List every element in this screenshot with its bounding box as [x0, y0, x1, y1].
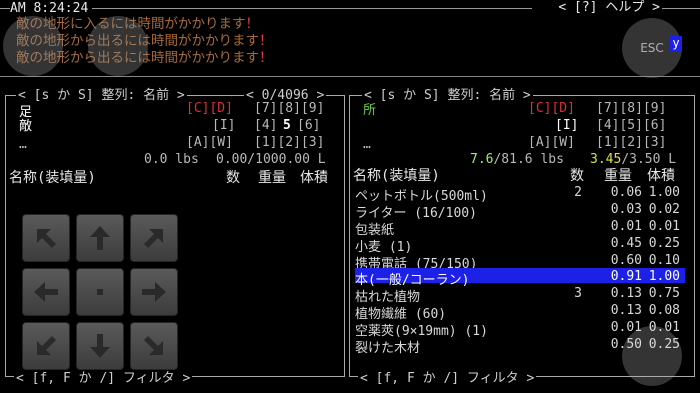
right-grid-i[interactable]: [I]	[555, 119, 578, 132]
right-weight: 7.6/81.6 lbs	[470, 152, 564, 167]
list-item[interactable]: ペットボトル(500ml) 2 0.06 1.00	[355, 184, 685, 204]
right-ellipsis: …	[363, 137, 371, 152]
left-col-qty: 数	[226, 170, 240, 186]
left-loc-enemy[interactable]: 敵	[19, 120, 32, 133]
left-loc-foot[interactable]: 足	[19, 106, 32, 119]
right-filter-label[interactable]: < [f, F か /] フィルタ >	[358, 372, 537, 385]
right-grid-123[interactable]: [1][2][3]	[596, 136, 666, 149]
list-item[interactable]: 枯れた植物 3 0.13 0.75	[355, 285, 685, 305]
right-grid-cd[interactable]: [C][D]	[528, 102, 575, 115]
right-grid-789[interactable]: [7][8][9]	[596, 102, 666, 115]
right-col-qty: 数	[570, 168, 584, 184]
list-item[interactable]: 小麦 (1) 0.45 0.25	[355, 235, 685, 255]
left-grid-123[interactable]: [1][2][3]	[254, 136, 324, 149]
right-col-weight: 重量	[604, 168, 632, 184]
left-grid-789[interactable]: [7][8][9]	[254, 102, 324, 115]
left-sort-label[interactable]: < [s か S] 整列: 名前 >	[16, 89, 187, 102]
list-item[interactable]: 携帯電話 (75/150) 0.60 0.10	[355, 252, 685, 272]
left-grid-4[interactable]: [4]	[254, 119, 277, 132]
left-grid-i[interactable]: [I]	[212, 119, 235, 132]
touch-button-1[interactable]	[3, 16, 63, 76]
right-volume: 3.45/3.50 L	[590, 152, 677, 167]
left-grid-cd[interactable]: [C][D]	[186, 102, 233, 115]
right-sort-label[interactable]: < [s か S] 整列: 名前 >	[362, 89, 533, 102]
right-col-name: 名称(装填量)	[353, 168, 440, 184]
arrow-right-icon[interactable]	[130, 268, 178, 316]
arrow-down-icon[interactable]	[76, 322, 124, 370]
right-loc[interactable]: 所	[363, 104, 376, 117]
list-item[interactable]: 空薬莢(9×19mm) (1) 0.01 0.01	[355, 319, 685, 339]
list-item[interactable]: 包装紙 0.01 0.01	[355, 218, 685, 238]
arrow-down-left-icon[interactable]	[22, 322, 70, 370]
arrow-up-right-icon[interactable]	[130, 214, 178, 262]
status-time: AM 8:24:24	[10, 1, 89, 16]
right-col-volume: 体積	[647, 168, 675, 184]
left-grid-aw[interactable]: [A][W]	[186, 136, 233, 149]
touch-button-2[interactable]	[88, 16, 148, 76]
list-item[interactable]: 植物繊維 (60) 0.13 0.08	[355, 302, 685, 322]
input-cursor: y	[670, 36, 682, 51]
center-dot-icon[interactable]	[76, 268, 124, 316]
help-button[interactable]: < [?] ヘルプ >	[558, 1, 660, 14]
arrow-left-icon[interactable]	[22, 268, 70, 316]
left-col-weight: 重量	[258, 170, 286, 186]
left-volume: 0.00/1000.00 L	[216, 152, 326, 167]
left-ellipsis: …	[19, 137, 27, 152]
left-grid-6[interactable]: [6]	[297, 119, 320, 132]
left-col-volume: 体積	[300, 170, 328, 186]
right-grid-aw[interactable]: [A][W]	[528, 136, 575, 149]
arrow-up-left-icon[interactable]	[22, 214, 70, 262]
left-col-name: 名称(装填量)	[9, 170, 96, 186]
direction-pad	[22, 214, 178, 370]
left-weight: 0.0 lbs	[144, 152, 199, 167]
list-item[interactable]: 裂けた木材 0.50 0.25	[355, 336, 685, 356]
left-grid-5[interactable]: 5	[283, 119, 291, 132]
list-item[interactable]: ライター (16/100) 0.03 0.02	[355, 201, 685, 221]
right-grid-456[interactable]: [4][5][6]	[596, 119, 666, 132]
arrow-up-icon[interactable]	[76, 214, 124, 262]
left-filter-label[interactable]: < [f, F か /] フィルタ >	[14, 372, 193, 385]
arrow-down-right-icon[interactable]	[130, 322, 178, 370]
list-item-selected[interactable]: 本(一般/コーラン) 0.91 1.00	[355, 268, 685, 288]
